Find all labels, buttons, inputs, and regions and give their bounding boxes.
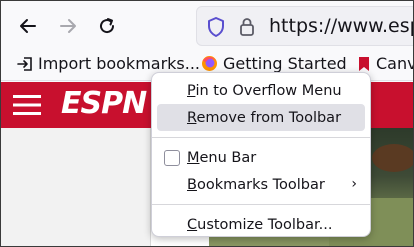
forward-arrow-icon [60,19,76,33]
navigation-toolbar: https://www.espn.c [1,1,413,51]
canva-icon [359,56,369,71]
menu-item-menu-bar[interactable]: Menu Bar [157,144,365,171]
url-text[interactable]: https://www.espn.c [269,15,413,37]
toolbar-context-menu: Pin to Overflow Menu Remove from Toolbar… [151,72,371,237]
back-button[interactable] [13,11,43,41]
menu-item-label: Bookmarks Toolbar [187,176,325,193]
bookmark-import[interactable]: Import bookmarks... [17,54,200,73]
hamburger-menu-icon[interactable] [13,95,41,115]
reload-button[interactable] [92,11,122,41]
firefox-icon [202,56,217,71]
menu-item-pin-to-overflow[interactable]: Pin to Overflow Menu [157,77,365,104]
shield-icon[interactable] [207,17,225,37]
menu-separator [152,204,370,205]
bookmark-getting-started[interactable]: Getting Started [201,54,347,73]
chevron-right-icon: › [351,176,357,192]
menu-item-remove-from-toolbar[interactable]: Remove from Toolbar [157,104,365,131]
back-arrow-icon [20,19,36,33]
forward-button[interactable] [53,11,83,41]
menu-item-label: Menu Bar [187,149,257,166]
lock-icon[interactable] [239,17,255,37]
bookmark-import-label: Import bookmarks... [38,54,201,73]
espn-logo[interactable]: ESPN [61,86,147,121]
menu-item-bookmarks-toolbar[interactable]: Bookmarks Toolbar › [157,171,365,198]
menu-item-customize-toolbar[interactable]: Customize Toolbar... [157,211,365,238]
page-sidebar [1,128,151,246]
menu-item-label: Pin to Overflow Menu [187,82,342,99]
import-icon [17,56,32,71]
bookmark-getting-started-label: Getting Started [223,54,347,73]
bookmark-canva-label: Canva [376,54,413,73]
menu-item-label: Customize Toolbar... [187,216,333,233]
bookmark-canva[interactable]: Canva [357,54,413,73]
menu-item-label: Remove from Toolbar [187,109,342,126]
browser-window: https://www.espn.c Import bookmarks... G… [0,0,414,247]
menu-separator [152,137,370,138]
url-bar[interactable]: https://www.espn.c [196,6,413,46]
menu-bar-checkbox[interactable] [164,150,180,166]
reload-icon [100,18,115,34]
